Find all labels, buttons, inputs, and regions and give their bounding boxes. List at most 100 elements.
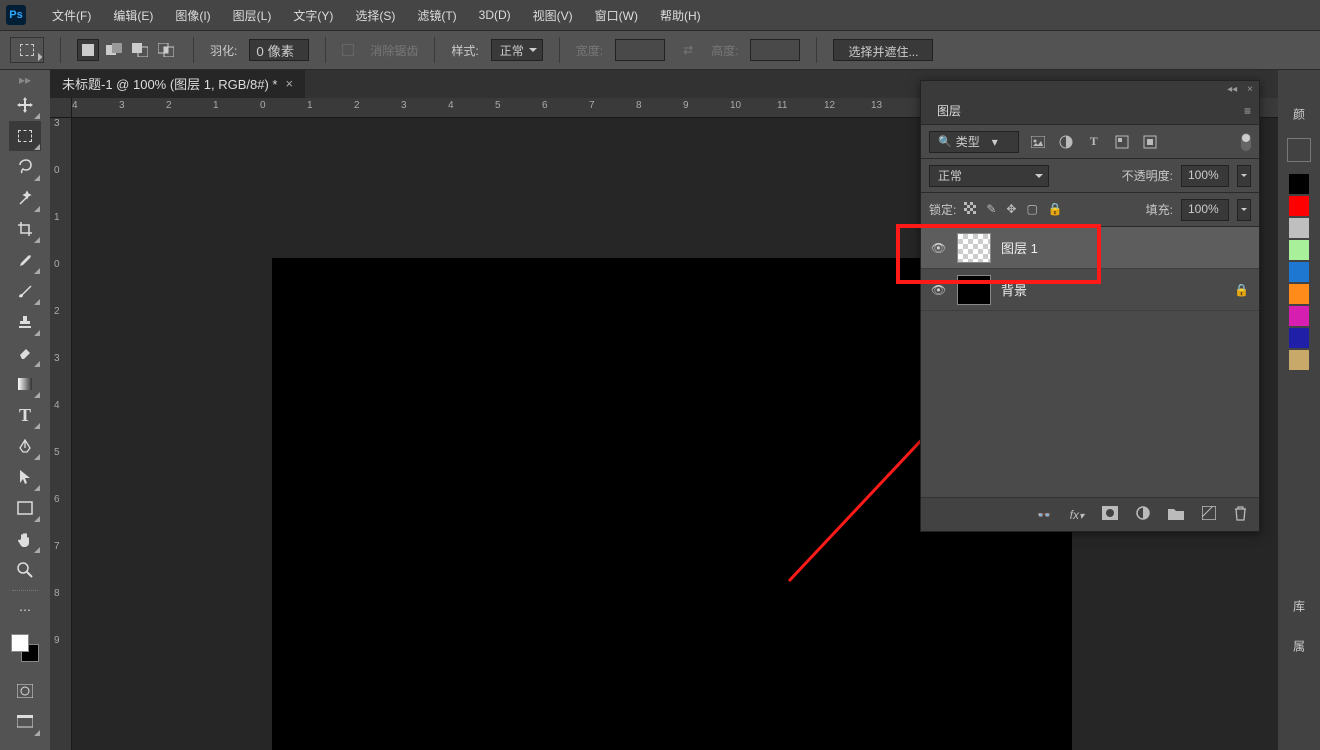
zoom-tool[interactable]: [9, 555, 41, 585]
tools-panel: ▸▸ T ⋯: [0, 70, 50, 750]
lock-all-icon[interactable]: 🔒: [1048, 202, 1063, 217]
select-and-mask-button[interactable]: 选择并遮住...: [833, 39, 933, 61]
style-select[interactable]: 正常: [491, 39, 543, 61]
color-swatch[interactable]: [1289, 196, 1309, 216]
color-swatch[interactable]: [1289, 284, 1309, 304]
color-panel-tab[interactable]: 颜: [1287, 100, 1312, 128]
layers-panel-titlebar[interactable]: ◂◂ ×: [921, 81, 1259, 97]
collapse-icon[interactable]: ◂◂: [1227, 84, 1237, 95]
lasso-tool[interactable]: [9, 152, 41, 182]
sel-intersect-icon[interactable]: [155, 39, 177, 61]
ruler-corner[interactable]: [50, 98, 72, 118]
ruler-vertical[interactable]: 301023456789: [50, 118, 72, 750]
fill-dropdown-icon[interactable]: [1237, 199, 1251, 221]
sel-subtract-icon[interactable]: [129, 39, 151, 61]
crop-tool[interactable]: [9, 214, 41, 244]
color-swatch[interactable]: [1289, 328, 1309, 348]
path-select-tool[interactable]: [9, 462, 41, 492]
layer-item[interactable]: 👁 背景 🔒: [921, 269, 1259, 311]
eraser-tool[interactable]: [9, 338, 41, 368]
link-layers-icon[interactable]: 👓: [1037, 508, 1052, 522]
add-mask-icon[interactable]: [1102, 506, 1118, 523]
quickmask-tool[interactable]: [9, 676, 41, 706]
filter-smart-icon[interactable]: [1141, 133, 1159, 151]
new-layer-icon[interactable]: [1202, 506, 1216, 523]
color-swatch[interactable]: [1289, 350, 1309, 370]
menu-view[interactable]: 视图(V): [523, 3, 583, 28]
fill-input[interactable]: 100%: [1181, 199, 1229, 221]
new-group-icon[interactable]: [1168, 507, 1184, 523]
menu-3d[interactable]: 3D(D): [469, 4, 521, 26]
close-tab-icon[interactable]: ×: [285, 76, 293, 91]
filter-toggle[interactable]: [1241, 133, 1251, 151]
menu-layer[interactable]: 图层(L): [223, 3, 282, 28]
lock-artboard-icon[interactable]: ▢: [1026, 202, 1037, 217]
sel-add-icon[interactable]: [103, 39, 125, 61]
lock-transparent-icon[interactable]: [964, 202, 976, 217]
color-swatch-tool[interactable]: [9, 634, 41, 662]
adjustment-layer-icon[interactable]: [1136, 506, 1150, 523]
lock-image-icon[interactable]: ✎: [986, 202, 996, 217]
toolbar-handle-icon[interactable]: ▸▸: [5, 76, 45, 84]
brush-tool[interactable]: [9, 276, 41, 306]
blend-mode-select[interactable]: 正常: [929, 165, 1049, 187]
pen-tool[interactable]: [9, 431, 41, 461]
menu-help[interactable]: 帮助(H): [650, 3, 711, 28]
delete-layer-icon[interactable]: [1234, 506, 1247, 524]
filter-type-icon[interactable]: T: [1085, 133, 1103, 151]
close-panel-icon[interactable]: ×: [1247, 84, 1253, 95]
color-swatch[interactable]: [1289, 262, 1309, 282]
sel-new-icon[interactable]: [77, 39, 99, 61]
layer-item[interactable]: 👁 图层 1: [921, 227, 1259, 269]
menu-type[interactable]: 文字(Y): [283, 3, 343, 28]
height-input: [750, 39, 800, 61]
properties-panel-tab[interactable]: 属: [1287, 632, 1312, 660]
layer-thumbnail[interactable]: [957, 275, 991, 305]
menu-window[interactable]: 窗口(W): [585, 3, 648, 28]
blend-opacity-row: 正常 不透明度: 100%: [921, 159, 1259, 193]
libraries-panel-tab[interactable]: 库: [1287, 592, 1312, 620]
menu-edit[interactable]: 编辑(E): [103, 3, 163, 28]
visibility-icon[interactable]: 👁: [931, 283, 947, 297]
menu-select[interactable]: 选择(S): [345, 3, 405, 28]
foreground-color[interactable]: [11, 634, 29, 652]
panel-menu-icon[interactable]: ≡: [1244, 104, 1251, 118]
marquee-tool[interactable]: [9, 121, 41, 151]
visibility-icon[interactable]: 👁: [931, 241, 947, 255]
menu-image[interactable]: 图像(I): [165, 3, 220, 28]
type-tool[interactable]: T: [9, 400, 41, 430]
stamp-tool[interactable]: [9, 307, 41, 337]
filter-pixel-icon[interactable]: [1029, 133, 1047, 151]
menu-file[interactable]: 文件(F): [42, 3, 101, 28]
style-label: 样式:: [451, 42, 478, 59]
color-swatch[interactable]: [1289, 174, 1309, 194]
current-color-swatch[interactable]: [1287, 138, 1311, 162]
selection-mode-group: [77, 39, 177, 61]
edit-toolbar-icon[interactable]: ⋯: [9, 595, 41, 625]
hand-tool[interactable]: [9, 524, 41, 554]
layer-thumbnail[interactable]: [957, 233, 991, 263]
filter-kind-select[interactable]: 🔍类型▾: [929, 131, 1019, 153]
feather-input[interactable]: [249, 39, 309, 61]
eyedropper-tool[interactable]: [9, 245, 41, 275]
layer-name[interactable]: 背景: [1001, 280, 1027, 299]
lock-position-icon[interactable]: ✥: [1006, 202, 1016, 217]
layer-name[interactable]: 图层 1: [1001, 238, 1038, 257]
color-swatch[interactable]: [1289, 306, 1309, 326]
rectangle-tool[interactable]: [9, 493, 41, 523]
opacity-input[interactable]: 100%: [1181, 165, 1229, 187]
current-tool-icon[interactable]: [10, 37, 44, 63]
magic-wand-tool[interactable]: [9, 183, 41, 213]
color-swatch[interactable]: [1289, 218, 1309, 238]
move-tool[interactable]: [9, 90, 41, 120]
layers-tab[interactable]: 图层: [929, 98, 969, 123]
menu-filter[interactable]: 滤镜(T): [407, 3, 466, 28]
gradient-tool[interactable]: [9, 369, 41, 399]
filter-shape-icon[interactable]: [1113, 133, 1131, 151]
color-swatch[interactable]: [1289, 240, 1309, 260]
opacity-dropdown-icon[interactable]: [1237, 165, 1251, 187]
document-tab[interactable]: 未标题-1 @ 100% (图层 1, RGB/8#) * ×: [50, 70, 305, 98]
filter-adjust-icon[interactable]: [1057, 133, 1075, 151]
screenmode-tool[interactable]: [9, 707, 41, 737]
fx-icon[interactable]: fx▾: [1070, 508, 1084, 522]
